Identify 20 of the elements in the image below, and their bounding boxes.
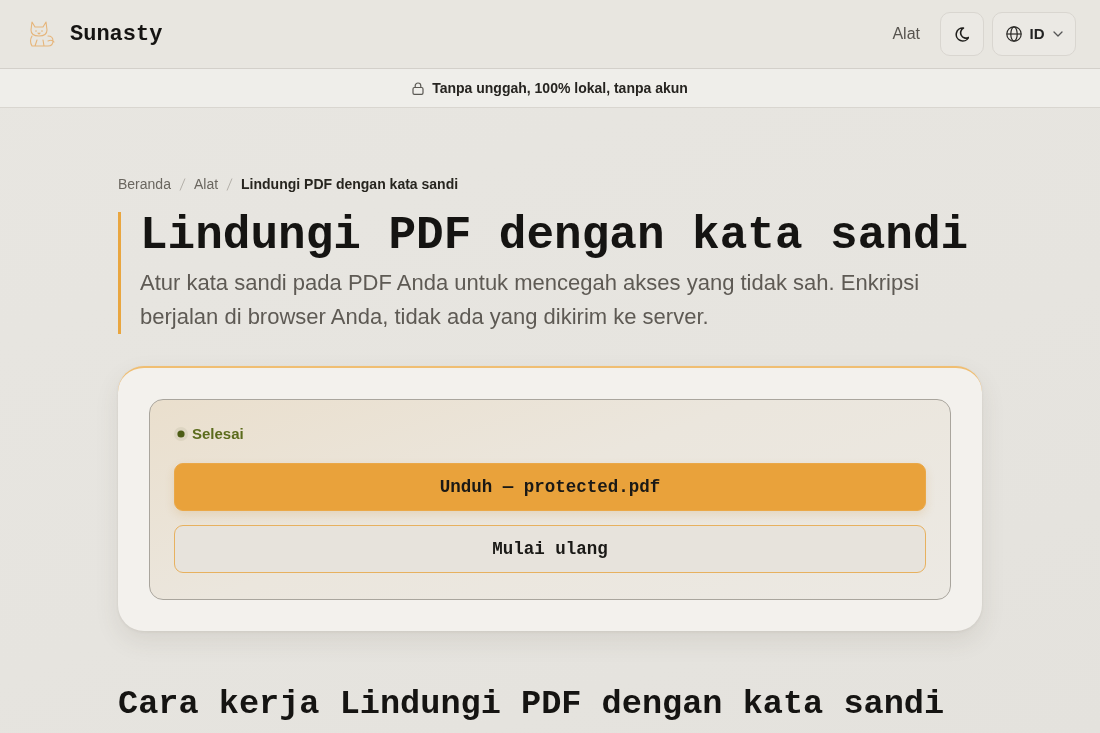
moon-icon [955,26,969,42]
page-title: Lindungi PDF dengan kata sandi [140,212,970,260]
globe-icon [1005,26,1022,42]
nav-link[interactable]: Alat [892,22,920,46]
slash-icon [226,177,234,191]
download-button[interactable]: Unduh — protected.pdf [174,463,926,511]
language-button[interactable]: ID [992,12,1076,56]
breadcrumb-link[interactable]: Alat [193,174,219,194]
privacy-notice: Tanpa unggah, 100% lokal, tanpa akun [432,78,688,98]
breadcrumb-link[interactable]: Beranda [118,174,171,194]
lock-icon [412,81,425,95]
status-label: Selesai [192,424,244,444]
breadcrumb-current: Lindungi PDF dengan kata sandi [241,175,459,194]
restart-button[interactable]: Mulai ulang [174,525,926,573]
chevron-down-icon [1052,31,1063,37]
slash-icon [178,177,186,191]
brand-name[interactable]: Sunasty [70,17,163,51]
section-heading: Cara kerja Lindungi PDF dengan kata sandi [118,684,946,724]
page-description: Atur kata sandi pada PDF Anda untuk mencegah akses yang tidak sah. Enkripsi berjalan di browser Anda, tidak ada yang dikirim ke server. [140,269,920,331]
theme-toggle-button[interactable] [940,12,984,56]
